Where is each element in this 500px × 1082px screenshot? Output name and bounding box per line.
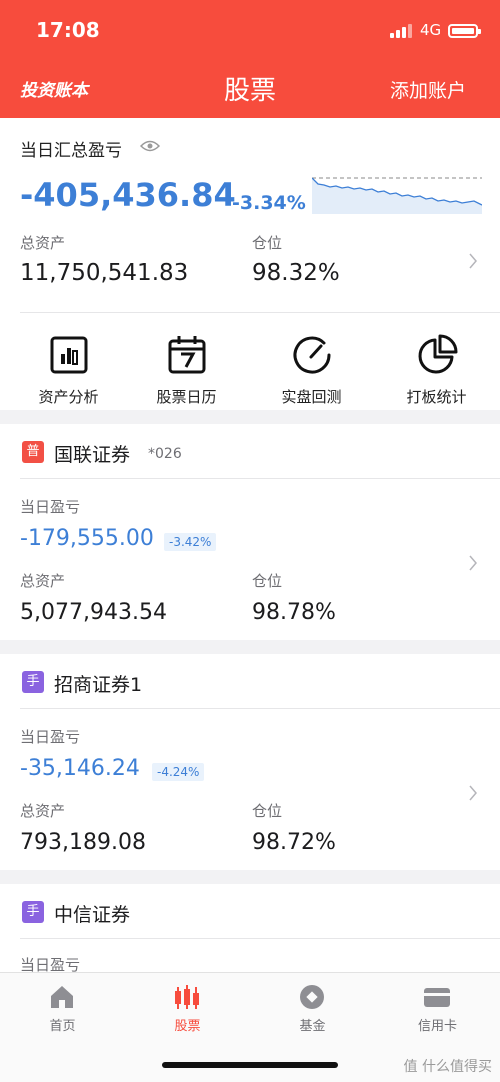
pnl-pct-badge: -3.42%	[164, 533, 217, 551]
tab-funds[interactable]: 基金	[250, 973, 375, 1043]
daily-pnl-value: -35,146.24	[20, 756, 140, 781]
account-card[interactable]: 手 中信证券 当日盈亏	[0, 884, 500, 974]
network-label: 4G	[420, 21, 442, 39]
summary-title: 当日汇总盈亏	[20, 141, 122, 161]
badge-regular: 普	[22, 441, 44, 463]
position-label: 仓位	[252, 234, 283, 252]
candlestick-icon	[175, 985, 199, 1009]
home-indicator	[162, 1062, 338, 1068]
app-header: 17:08 4G 投资账本 股票 添加账户	[0, 0, 500, 118]
signal-icon	[390, 24, 412, 38]
total-assets-value: 11,750,541.83	[20, 260, 189, 286]
chevron-right-icon[interactable]	[468, 554, 478, 572]
assets-value: 793,189.08	[20, 830, 146, 855]
daily-summary-card[interactable]: 当日汇总盈亏 -405,436.84 -3.34% 总资产 11,750,541…	[0, 118, 500, 410]
assets-label: 总资产	[20, 802, 66, 820]
tab-label: 首页	[49, 1019, 76, 1034]
status-time: 17:08	[36, 18, 100, 42]
tool-label: 实盘回测	[281, 388, 342, 406]
tab-label: 信用卡	[417, 1019, 457, 1034]
tool-stock-calendar[interactable]: 股票日历	[124, 326, 249, 410]
badge-manual: 手	[22, 901, 44, 923]
tool-limitup-stats[interactable]: 打板统计	[374, 326, 499, 410]
chevron-right-icon[interactable]	[468, 784, 478, 802]
summary-pct: -3.34%	[232, 192, 306, 214]
tool-label: 股票日历	[156, 388, 217, 406]
assets-value: 5,077,943.54	[20, 600, 167, 625]
tab-label: 基金	[299, 1019, 326, 1034]
calendar-7-icon	[168, 336, 206, 374]
home-icon	[51, 986, 73, 1008]
chevron-right-icon[interactable]	[468, 252, 478, 270]
tab-home[interactable]: 首页	[0, 973, 125, 1043]
assets-label: 总资产	[20, 572, 66, 590]
tab-stocks[interactable]: 股票	[125, 973, 250, 1043]
broker-name: 国联证券	[54, 444, 131, 466]
account-number: *026	[148, 446, 182, 462]
account-card[interactable]: 手 招商证券1 当日盈亏 -35,146.24 -4.24% 总资产 793,1…	[0, 654, 500, 870]
eye-icon[interactable]	[140, 139, 160, 153]
credit-card-icon	[424, 988, 450, 1007]
status-bar: 17:08 4G	[0, 14, 500, 48]
tool-row: 资产分析 股票日历 实盘回测 打板统计	[0, 326, 500, 410]
tab-credit-card[interactable]: 信用卡	[375, 973, 500, 1043]
tool-backtest[interactable]: 实盘回测	[249, 326, 374, 410]
position-value: 98.78%	[252, 600, 336, 625]
tool-asset-analysis[interactable]: 资产分析	[6, 326, 131, 410]
divider	[20, 708, 500, 709]
battery-icon	[448, 24, 481, 38]
pnl-pct-badge: -4.24%	[152, 763, 205, 781]
nav-bar: 投资账本 股票 添加账户	[0, 64, 500, 112]
pie-chart-icon	[418, 334, 458, 374]
bar-chart-box-icon	[50, 336, 88, 374]
account-card[interactable]: 普 国联证券 *026 当日盈亏 -179,555.00 -3.42% 总资产 …	[0, 424, 500, 640]
watermark: 值 什么值得买	[403, 1059, 492, 1075]
daily-pnl-value: -179,555.00	[20, 526, 154, 551]
tool-label: 打板统计	[406, 388, 467, 406]
add-account-button[interactable]: 添加账户	[390, 76, 466, 103]
position-value: 98.32%	[252, 260, 340, 286]
daily-pnl-label: 当日盈亏	[20, 498, 81, 516]
divider	[20, 938, 500, 939]
tool-label: 资产分析	[38, 388, 99, 406]
broker-name: 中信证券	[54, 904, 131, 926]
position-value: 98.72%	[252, 830, 336, 855]
summary-pnl: -405,436.84	[20, 176, 236, 214]
position-label: 仓位	[252, 572, 283, 590]
intraday-sparkline	[312, 177, 482, 214]
fund-circle-icon	[300, 985, 324, 1009]
divider	[20, 478, 500, 479]
daily-pnl-label: 当日盈亏	[20, 728, 81, 746]
total-assets-label: 总资产	[20, 234, 66, 252]
broker-name: 招商证券1	[54, 674, 143, 696]
tab-label: 股票	[174, 1019, 201, 1034]
divider	[20, 312, 500, 313]
badge-manual: 手	[22, 671, 44, 693]
position-label: 仓位	[252, 802, 283, 820]
gauge-icon	[293, 336, 331, 374]
